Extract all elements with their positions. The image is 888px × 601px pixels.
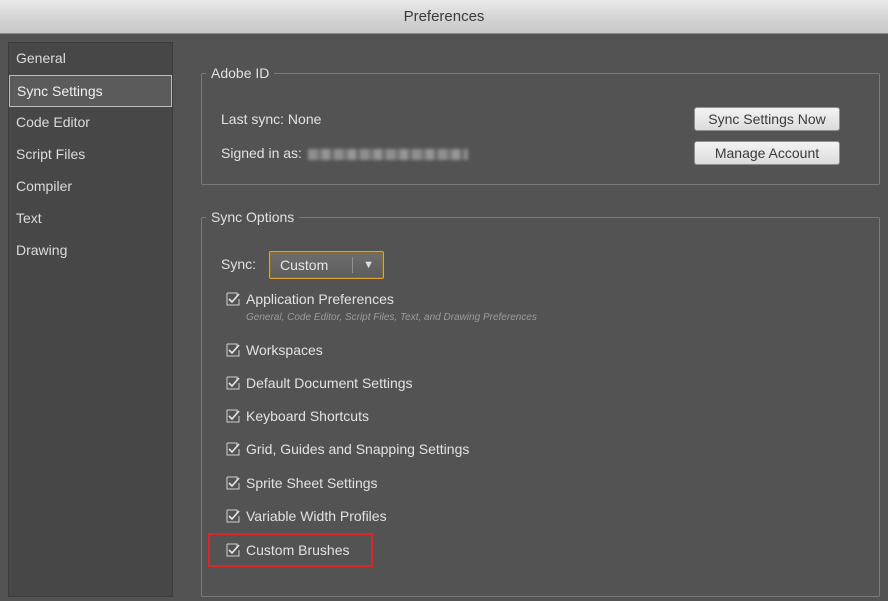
checkmark-icon xyxy=(226,476,240,490)
sync-mode-select[interactable]: Custom ▼ xyxy=(269,251,384,279)
window-title: Preferences xyxy=(0,0,888,34)
option-custom-brushes[interactable]: Custom Brushes xyxy=(226,539,349,561)
sidebar-item-drawing[interactable]: Drawing xyxy=(9,235,172,267)
checkmark-icon xyxy=(226,292,240,306)
option-label: Sprite Sheet Settings xyxy=(246,475,378,491)
application-preferences-subtext: General, Code Editor, Script Files, Text… xyxy=(246,312,537,323)
sidebar-item-script-files[interactable]: Script Files xyxy=(9,139,172,171)
checkmark-icon xyxy=(226,543,240,557)
checkmark-icon xyxy=(226,376,240,390)
option-variable-width-profiles[interactable]: Variable Width Profiles xyxy=(226,505,387,527)
option-label: Keyboard Shortcuts xyxy=(246,408,369,424)
option-grid-guides-snapping[interactable]: Grid, Guides and Snapping Settings xyxy=(226,438,469,460)
option-label: Workspaces xyxy=(246,342,323,358)
option-label: Variable Width Profiles xyxy=(246,508,387,524)
checkmark-icon xyxy=(226,343,240,357)
manage-account-button[interactable]: Manage Account xyxy=(694,141,840,165)
sidebar-item-general[interactable]: General xyxy=(9,43,172,75)
redacted-email xyxy=(307,148,468,160)
checkmark-icon xyxy=(226,442,240,456)
option-workspaces[interactable]: Workspaces xyxy=(226,339,323,361)
preferences-sidebar: General Sync Settings Code Editor Script… xyxy=(8,42,173,597)
sync-settings-now-button[interactable]: Sync Settings Now xyxy=(694,107,840,131)
option-application-preferences[interactable]: Application Preferences xyxy=(226,288,394,310)
signed-in-row: Signed in as: xyxy=(221,145,468,161)
adobe-id-legend: Adobe ID xyxy=(206,64,275,82)
last-sync-label: Last sync: None xyxy=(221,111,322,127)
sync-options-legend: Sync Options xyxy=(206,208,300,226)
option-label: Application Preferences xyxy=(246,291,394,307)
preferences-main-panel: Adobe ID Last sync: None Signed in as: S… xyxy=(174,34,888,601)
preferences-window: Preferences General Sync Settings Code E… xyxy=(0,0,888,601)
sync-mode-value: Custom xyxy=(280,257,329,273)
checkmark-icon xyxy=(226,409,240,423)
option-default-document-settings[interactable]: Default Document Settings xyxy=(226,372,413,394)
signed-in-label: Signed in as: xyxy=(221,145,302,161)
sidebar-item-sync-settings[interactable]: Sync Settings xyxy=(9,75,172,107)
select-divider xyxy=(352,257,353,273)
checkmark-icon xyxy=(226,509,240,523)
sidebar-item-compiler[interactable]: Compiler xyxy=(9,171,172,203)
option-label: Grid, Guides and Snapping Settings xyxy=(246,441,470,457)
option-label: Custom Brushes xyxy=(246,542,350,558)
option-label: Default Document Settings xyxy=(246,375,413,391)
chevron-down-icon: ▼ xyxy=(363,259,374,271)
option-sprite-sheet-settings[interactable]: Sprite Sheet Settings xyxy=(226,472,378,494)
sidebar-item-text[interactable]: Text xyxy=(9,203,172,235)
sidebar-item-code-editor[interactable]: Code Editor xyxy=(9,107,172,139)
sync-label: Sync: xyxy=(221,256,257,272)
option-keyboard-shortcuts[interactable]: Keyboard Shortcuts xyxy=(226,405,369,427)
